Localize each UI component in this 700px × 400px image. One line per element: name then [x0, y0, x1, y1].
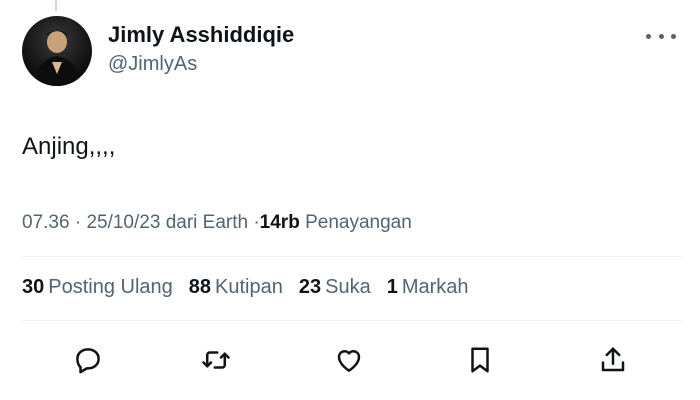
quotes-label: Kutipan — [215, 276, 283, 298]
divider — [22, 256, 682, 257]
likes-label: Suka — [325, 276, 371, 298]
action-bar — [0, 336, 700, 384]
share-icon — [601, 347, 625, 372]
share-button[interactable] — [593, 340, 633, 380]
tweet-text: Anjing,,,, — [22, 133, 116, 160]
display-name[interactable]: Jimly Asshiddiqie — [108, 22, 294, 48]
repost-button[interactable] — [196, 340, 236, 380]
views-label: Penayangan — [305, 212, 412, 233]
views-count: 14rb — [259, 212, 300, 233]
author-names: Jimly Asshiddiqie @JimlyAs — [108, 22, 294, 77]
like-icon — [337, 350, 361, 372]
tweet-time[interactable]: 07.36 — [22, 212, 70, 233]
meta-separator: · — [74, 212, 82, 233]
thread-line — [55, 0, 57, 11]
repost-icon — [202, 351, 230, 369]
divider — [22, 320, 682, 321]
bookmark-icon — [471, 347, 489, 373]
engagement-stats: 30 Posting Ulang 88 Kutipan 23 Suka 1 Markah — [22, 276, 469, 299]
likes-count: 23 — [298, 276, 322, 298]
tweet-date[interactable]: 25/10/23 — [86, 212, 160, 233]
reply-button[interactable] — [68, 340, 108, 380]
likes-stat[interactable]: 23 Suka — [299, 276, 371, 299]
tweet-meta: 07.36 · 25/10/23 dari Earth ·14rb Penaya… — [22, 212, 412, 234]
user-handle[interactable]: @JimlyAs — [108, 51, 294, 77]
tweet-source: dari Earth — [165, 212, 249, 233]
tweet-header: Jimly Asshiddiqie @JimlyAs — [22, 16, 682, 88]
reply-icon — [76, 348, 100, 374]
reposts-label: Posting Ulang — [48, 276, 173, 298]
avatar[interactable] — [22, 16, 92, 86]
bookmarks-label: Markah — [401, 276, 469, 298]
reposts-stat[interactable]: 30 Posting Ulang — [22, 276, 173, 299]
more-options-icon[interactable] — [646, 26, 676, 46]
reposts-count: 30 — [22, 276, 45, 298]
bookmark-button[interactable] — [460, 340, 500, 380]
like-button[interactable] — [329, 340, 369, 380]
quotes-stat[interactable]: 88 Kutipan — [189, 276, 283, 299]
quotes-count: 88 — [188, 276, 212, 298]
bookmarks-count: 1 — [386, 276, 398, 298]
bookmarks-stat[interactable]: 1 Markah — [387, 276, 469, 299]
